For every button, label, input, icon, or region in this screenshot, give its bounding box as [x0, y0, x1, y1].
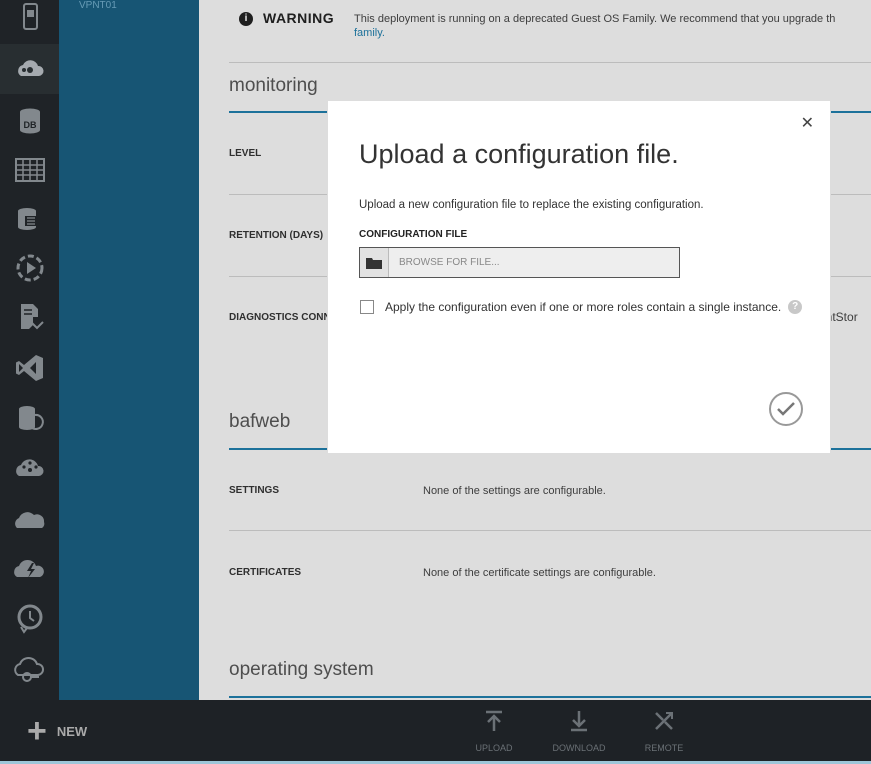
download-button[interactable]: DOWNLOAD [549, 710, 609, 753]
checkbox-label: Apply the configuration even if one or m… [385, 300, 782, 314]
remote-label: REMOTE [644, 743, 684, 753]
networks-icon[interactable] [0, 443, 59, 493]
upload-button[interactable]: UPLOAD [464, 710, 524, 753]
plus-icon: + [27, 712, 47, 750]
section-title-operating-system: operating system [229, 659, 374, 680]
warning-text: This deployment is running on a deprecat… [354, 12, 871, 40]
upload-config-dialog: ✕ Upload a configuration file. Upload a … [328, 101, 830, 453]
single-instance-checkbox[interactable] [360, 300, 374, 314]
remote-icon [655, 712, 673, 730]
divider [229, 530, 871, 531]
download-label: DOWNLOAD [552, 743, 606, 753]
section-title-bafweb: bafweb [229, 411, 291, 432]
upload-label: UPLOAD [475, 743, 513, 753]
warning-message: This deployment is running on a deprecat… [354, 13, 836, 25]
config-file-picker[interactable]: BROWSE FOR FILE... [359, 247, 680, 278]
row-value-settings: None of the settings are configurable. [423, 485, 606, 497]
warning-banner: i WARNING [239, 10, 334, 26]
new-button[interactable]: + NEW [27, 712, 88, 750]
download-icon [571, 711, 587, 732]
svg-text:DB: DB [23, 120, 36, 130]
media-services-icon[interactable] [0, 243, 59, 293]
traffic-manager-icon[interactable] [0, 494, 59, 544]
subnav-item-vpnt01[interactable]: VPNT01 [79, 0, 117, 11]
ok-button[interactable] [769, 392, 803, 426]
sub-nav-panel: VPNT01 [59, 0, 199, 700]
remote-app-icon[interactable] [0, 645, 59, 695]
file-placeholder: BROWSE FOR FILE... [399, 257, 500, 268]
row-label-retention: RETENTION (DAYS) [229, 230, 324, 241]
warning-label: WARNING [263, 10, 335, 26]
new-label: NEW [56, 723, 88, 739]
row-value-certificates: None of the certificate settings are con… [423, 567, 656, 579]
row-label-level: LEVEL [229, 148, 262, 159]
close-icon[interactable]: ✕ [801, 113, 814, 133]
config-file-label: CONFIGURATION FILE [359, 229, 468, 240]
section-title-monitoring: monitoring [229, 75, 318, 96]
cloud-services-icon[interactable] [0, 44, 59, 94]
info-icon: i [239, 12, 253, 26]
help-icon[interactable]: ? [788, 300, 803, 314]
row-label-diagnostics: DIAGNOSTICS CONN [229, 312, 331, 323]
remote-button[interactable]: REMOTE [634, 710, 694, 753]
command-bar: + NEW UPLOAD DOWNLOAD REMOTE [0, 700, 871, 764]
dialog-title: Upload a configuration file. [359, 139, 679, 169]
dialog-description: Upload a new configuration file to repla… [359, 199, 704, 211]
mobile-services-icon[interactable] [0, 0, 59, 42]
divider [229, 62, 871, 63]
row-label-certificates: CERTIFICATES [229, 567, 302, 578]
automation-icon[interactable] [0, 543, 59, 593]
cache-icon[interactable] [0, 393, 59, 443]
visual-studio-icon[interactable] [0, 343, 59, 393]
row-label-settings: SETTINGS [229, 485, 280, 496]
single-instance-option: Apply the configuration even if one or m… [360, 300, 803, 314]
storage-table-icon[interactable] [0, 145, 59, 195]
checkmark-icon [777, 402, 795, 416]
left-nav-rail: DB [0, 0, 59, 700]
scheduler-icon[interactable] [0, 593, 59, 643]
hdinsight-icon[interactable] [0, 194, 59, 244]
upload-icon [486, 710, 502, 731]
sql-database-icon[interactable]: DB [0, 96, 59, 146]
warning-link[interactable]: family. [354, 27, 385, 39]
section-underline [229, 696, 871, 698]
service-bus-icon[interactable] [0, 292, 59, 342]
folder-icon[interactable] [360, 248, 389, 277]
